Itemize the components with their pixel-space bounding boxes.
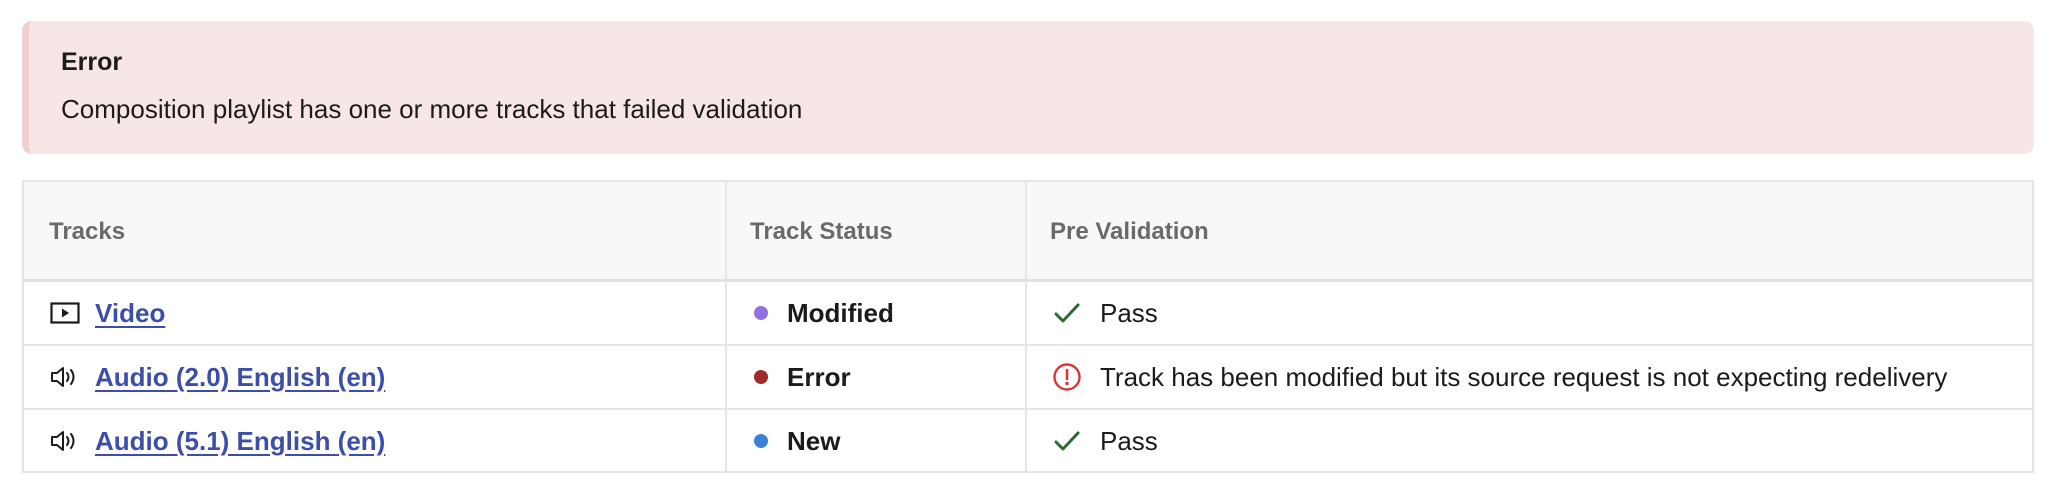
header-pre-validation: Pre Validation — [1050, 218, 1209, 245]
track-cell: Audio (2.0) English (en) — [49, 346, 385, 408]
speaker-icon — [49, 425, 81, 457]
validation-cell: Track has been modified but its source r… — [1052, 346, 1947, 408]
track-cell: Video — [49, 282, 165, 344]
check-icon — [1052, 298, 1082, 328]
header-tracks: Tracks — [49, 218, 126, 245]
alert-message: Composition playlist has one or more tra… — [61, 94, 803, 124]
validation-text: Pass — [1100, 297, 1158, 328]
validation-cell: Pass — [1052, 410, 1158, 472]
status-cell: Error — [754, 346, 851, 408]
error-circle-icon — [1052, 362, 1082, 392]
validation-cell: Pass — [1052, 282, 1158, 344]
header-track-status: Track Status — [750, 218, 893, 245]
status-cell: Modified — [754, 282, 894, 344]
track-link-audio-2-0[interactable]: Audio (2.0) English (en) — [95, 362, 385, 393]
validation-text: Track has been modified but its source r… — [1100, 361, 1948, 392]
check-icon — [1052, 426, 1082, 456]
tracks-table: Tracks Track Status Pre Validation Video… — [22, 180, 2034, 473]
track-link-video[interactable]: Video — [95, 298, 165, 329]
video-play-icon — [49, 297, 81, 329]
table-row: Audio (2.0) English (en) Error Track has… — [24, 346, 2032, 408]
status-label: Error — [787, 361, 851, 392]
status-label: Modified — [787, 297, 894, 328]
speaker-icon — [49, 361, 81, 393]
status-dot — [754, 434, 768, 448]
table-header — [24, 182, 2032, 282]
track-link-audio-5-1[interactable]: Audio (5.1) English (en) — [95, 426, 385, 457]
table-row: Video Modified Pass — [24, 282, 2032, 344]
validation-text: Pass — [1100, 425, 1158, 456]
status-dot — [754, 370, 768, 384]
status-label: New — [787, 425, 841, 456]
table-row: Audio (5.1) English (en) New Pass — [24, 410, 2032, 472]
alert-title: Error — [61, 48, 123, 76]
track-cell: Audio (5.1) English (en) — [49, 410, 385, 472]
status-dot — [754, 306, 768, 320]
error-alert: Error Composition playlist has one or mo… — [22, 21, 2034, 154]
page: Error Composition playlist has one or mo… — [0, 0, 2052, 490]
status-cell: New — [754, 410, 840, 472]
